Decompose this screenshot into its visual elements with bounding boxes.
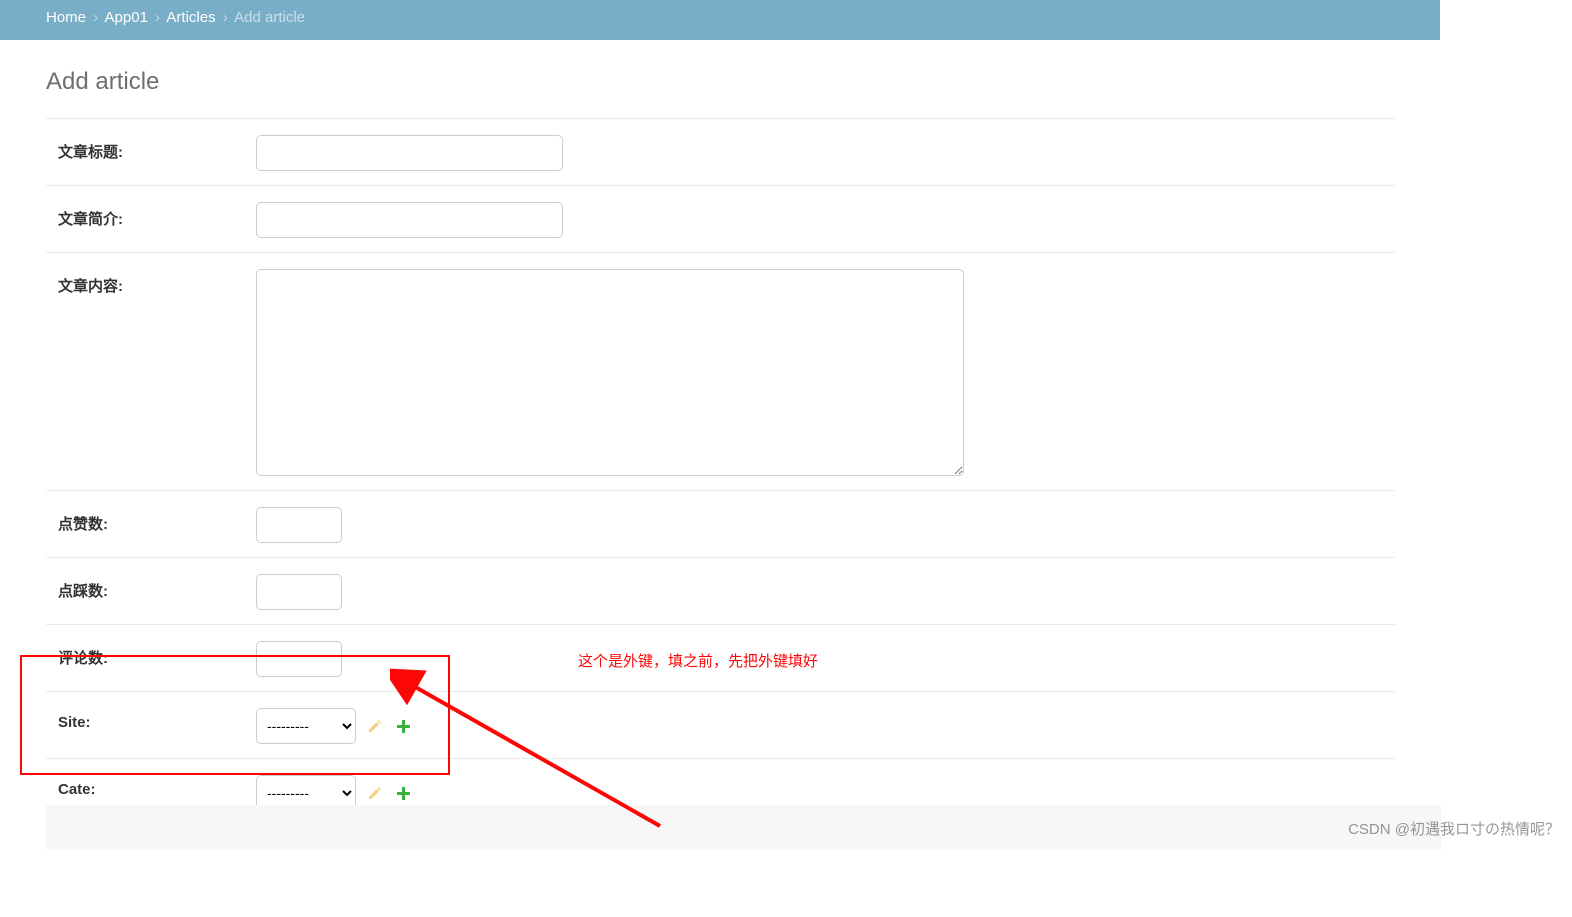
breadcrumb-sep: › <box>93 9 98 26</box>
breadcrumb-model[interactable]: Articles <box>166 9 215 26</box>
label-site: Site: <box>58 708 256 731</box>
row-title: 文章标题: <box>46 118 1395 186</box>
label-cate: Cate: <box>58 775 256 798</box>
breadcrumb-sep: › <box>155 9 160 26</box>
annotation-text: 这个是外键，填之前，先把外键填好 <box>578 650 818 671</box>
breadcrumb-current: Add article <box>234 9 305 26</box>
input-comment[interactable] <box>256 641 342 677</box>
add-cate-icon[interactable] <box>394 784 412 802</box>
plus-icon <box>396 786 411 801</box>
edit-site-icon[interactable] <box>366 717 384 735</box>
breadcrumb-home[interactable]: Home <box>46 9 86 26</box>
label-content: 文章内容: <box>58 269 256 296</box>
breadcrumb: Home › App01 › Articles › Add article <box>0 0 1440 40</box>
plus-icon <box>396 719 411 734</box>
label-title: 文章标题: <box>58 135 256 162</box>
row-down: 点踩数: <box>46 558 1395 625</box>
row-up: 点赞数: <box>46 491 1395 558</box>
page-title: Add article <box>0 40 1572 96</box>
row-site: Site: --------- <box>46 692 1395 759</box>
label-comment: 评论数: <box>58 641 256 668</box>
label-down: 点踩数: <box>58 574 256 601</box>
input-title[interactable] <box>256 135 563 171</box>
pencil-icon <box>367 785 383 801</box>
edit-cate-icon[interactable] <box>366 784 384 802</box>
breadcrumb-app[interactable]: App01 <box>105 9 148 26</box>
input-down[interactable] <box>256 574 342 610</box>
input-content[interactable] <box>256 269 964 476</box>
footer-bar <box>46 805 1441 850</box>
form-area: 文章标题: 文章简介: 文章内容: 点赞数: 点踩数: 评论数: Site: -… <box>0 96 1395 826</box>
site-widget: --------- <box>256 708 412 744</box>
row-desc: 文章简介: <box>46 186 1395 253</box>
row-content: 文章内容: <box>46 253 1395 491</box>
label-desc: 文章简介: <box>58 202 256 229</box>
add-site-icon[interactable] <box>394 717 412 735</box>
input-up[interactable] <box>256 507 342 543</box>
label-up: 点赞数: <box>58 507 256 534</box>
input-desc[interactable] <box>256 202 563 238</box>
pencil-icon <box>367 718 383 734</box>
breadcrumb-sep: › <box>223 9 228 26</box>
select-site[interactable]: --------- <box>256 708 356 744</box>
watermark: CSDN @初遇我ロ寸の热情呢？ <box>1348 818 1560 839</box>
